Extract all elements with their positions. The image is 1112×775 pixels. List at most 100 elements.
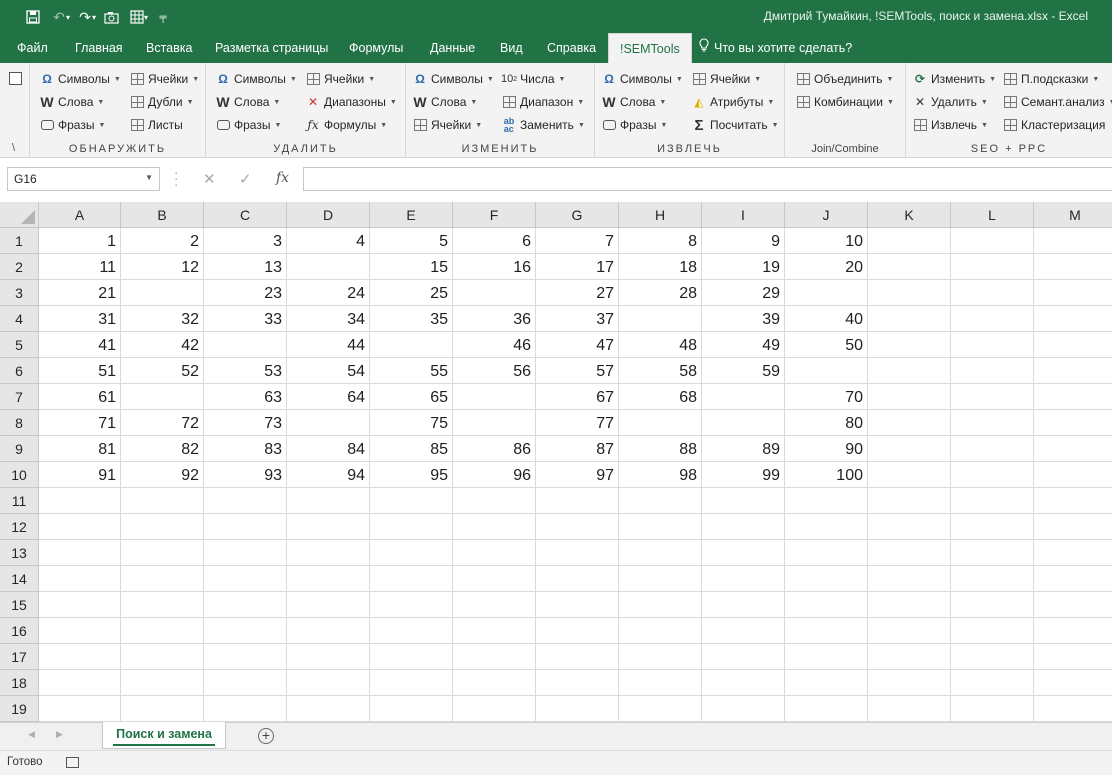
cell-h11[interactable] <box>619 488 702 514</box>
cell-h14[interactable] <box>619 566 702 592</box>
cell-f9[interactable]: 86 <box>453 436 536 462</box>
row-header-2[interactable]: 2 <box>0 254 39 280</box>
row-header-4[interactable]: 4 <box>0 306 39 332</box>
tell-me-box[interactable]: Что вы хотите сделать? <box>698 33 852 63</box>
cell-j19[interactable] <box>785 696 868 722</box>
cell-g15[interactable] <box>536 592 619 618</box>
cell-d8[interactable] <box>287 410 370 436</box>
cell-b17[interactable] <box>121 644 204 670</box>
cell-c6[interactable]: 53 <box>204 358 287 384</box>
tab-home[interactable]: Главная <box>75 33 123 63</box>
cell-b1[interactable]: 2 <box>121 228 204 254</box>
cell-h9[interactable]: 88 <box>619 436 702 462</box>
cell-e9[interactable]: 85 <box>370 436 453 462</box>
cell-k11[interactable] <box>868 488 951 514</box>
cluster-button[interactable]: Кластеризация <box>1002 115 1105 135</box>
cell-f5[interactable]: 46 <box>453 332 536 358</box>
cell-l14[interactable] <box>951 566 1034 592</box>
cell-l17[interactable] <box>951 644 1034 670</box>
drag-handle-icon[interactable]: · · · <box>174 166 178 191</box>
chevron-down-icon[interactable]: ▾ <box>92 13 96 22</box>
cell-d19[interactable] <box>287 696 370 722</box>
cell-j15[interactable] <box>785 592 868 618</box>
cell-e14[interactable] <box>370 566 453 592</box>
cell-c12[interactable] <box>204 514 287 540</box>
cell-l16[interactable] <box>951 618 1034 644</box>
cell-a11[interactable] <box>39 488 121 514</box>
cell-c16[interactable] <box>204 618 287 644</box>
cell-b10[interactable]: 92 <box>121 462 204 488</box>
cell-b15[interactable] <box>121 592 204 618</box>
row-header-5[interactable]: 5 <box>0 332 39 358</box>
cell-h18[interactable] <box>619 670 702 696</box>
cell-a14[interactable] <box>39 566 121 592</box>
cell-j12[interactable] <box>785 514 868 540</box>
row-header-18[interactable]: 18 <box>0 670 39 696</box>
cell-e3[interactable]: 25 <box>370 280 453 306</box>
hints-button[interactable]: П.подсказки ▼ <box>1002 69 1099 89</box>
cell-f1[interactable]: 6 <box>453 228 536 254</box>
cell-l13[interactable] <box>951 540 1034 566</box>
cell-h1[interactable]: 8 <box>619 228 702 254</box>
cell-m18[interactable] <box>1034 670 1112 696</box>
seo-change-button[interactable]: ⟳ Изменить ▼ <box>912 69 996 89</box>
cell-f17[interactable] <box>453 644 536 670</box>
tab-view[interactable]: Вид <box>500 33 523 63</box>
cell-h19[interactable] <box>619 696 702 722</box>
cell-d5[interactable]: 44 <box>287 332 370 358</box>
cell-a10[interactable]: 91 <box>39 462 121 488</box>
cell-h12[interactable] <box>619 514 702 540</box>
cell-m3[interactable] <box>1034 280 1112 306</box>
cell-m8[interactable] <box>1034 410 1112 436</box>
cell-l4[interactable] <box>951 306 1034 332</box>
cell-g9[interactable]: 87 <box>536 436 619 462</box>
cell-d12[interactable] <box>287 514 370 540</box>
cell-a6[interactable]: 51 <box>39 358 121 384</box>
row-header-19[interactable]: 19 <box>0 696 39 722</box>
cell-b14[interactable] <box>121 566 204 592</box>
tab-file[interactable]: Файл <box>17 33 48 63</box>
cell-c9[interactable]: 83 <box>204 436 287 462</box>
cell-j11[interactable] <box>785 488 868 514</box>
cell-k7[interactable] <box>868 384 951 410</box>
cell-m19[interactable] <box>1034 696 1112 722</box>
cell-c2[interactable]: 13 <box>204 254 287 280</box>
cell-d2[interactable] <box>287 254 370 280</box>
cell-f4[interactable]: 36 <box>453 306 536 332</box>
cell-b13[interactable] <box>121 540 204 566</box>
cell-i15[interactable] <box>702 592 785 618</box>
scroll-right-icon[interactable]: ▶ <box>56 729 63 740</box>
cell-j9[interactable]: 90 <box>785 436 868 462</box>
cell-c19[interactable] <box>204 696 287 722</box>
cell-a19[interactable] <box>39 696 121 722</box>
cell-j14[interactable] <box>785 566 868 592</box>
cell-j6[interactable] <box>785 358 868 384</box>
cell-f2[interactable]: 16 <box>453 254 536 280</box>
cell-k1[interactable] <box>868 228 951 254</box>
cell-b2[interactable]: 12 <box>121 254 204 280</box>
cell-g10[interactable]: 97 <box>536 462 619 488</box>
cell-a9[interactable]: 81 <box>39 436 121 462</box>
cell-g2[interactable]: 17 <box>536 254 619 280</box>
cell-m17[interactable] <box>1034 644 1112 670</box>
cell-h17[interactable] <box>619 644 702 670</box>
cell-c15[interactable] <box>204 592 287 618</box>
detect-words-button[interactable]: W Слова ▼ <box>39 92 104 112</box>
cell-f14[interactable] <box>453 566 536 592</box>
cell-g4[interactable]: 37 <box>536 306 619 332</box>
tab-semtools[interactable]: !SEMTools <box>608 33 692 63</box>
add-sheet-icon[interactable]: + <box>258 728 274 744</box>
cell-d16[interactable] <box>287 618 370 644</box>
cell-l3[interactable] <box>951 280 1034 306</box>
cell-c10[interactable]: 93 <box>204 462 287 488</box>
cell-d3[interactable]: 24 <box>287 280 370 306</box>
cell-h13[interactable] <box>619 540 702 566</box>
cell-k9[interactable] <box>868 436 951 462</box>
cell-l1[interactable] <box>951 228 1034 254</box>
cell-e4[interactable]: 35 <box>370 306 453 332</box>
column-header-h[interactable]: H <box>619 202 702 228</box>
cell-a8[interactable]: 71 <box>39 410 121 436</box>
cell-i14[interactable] <box>702 566 785 592</box>
cell-i3[interactable]: 29 <box>702 280 785 306</box>
cell-b11[interactable] <box>121 488 204 514</box>
